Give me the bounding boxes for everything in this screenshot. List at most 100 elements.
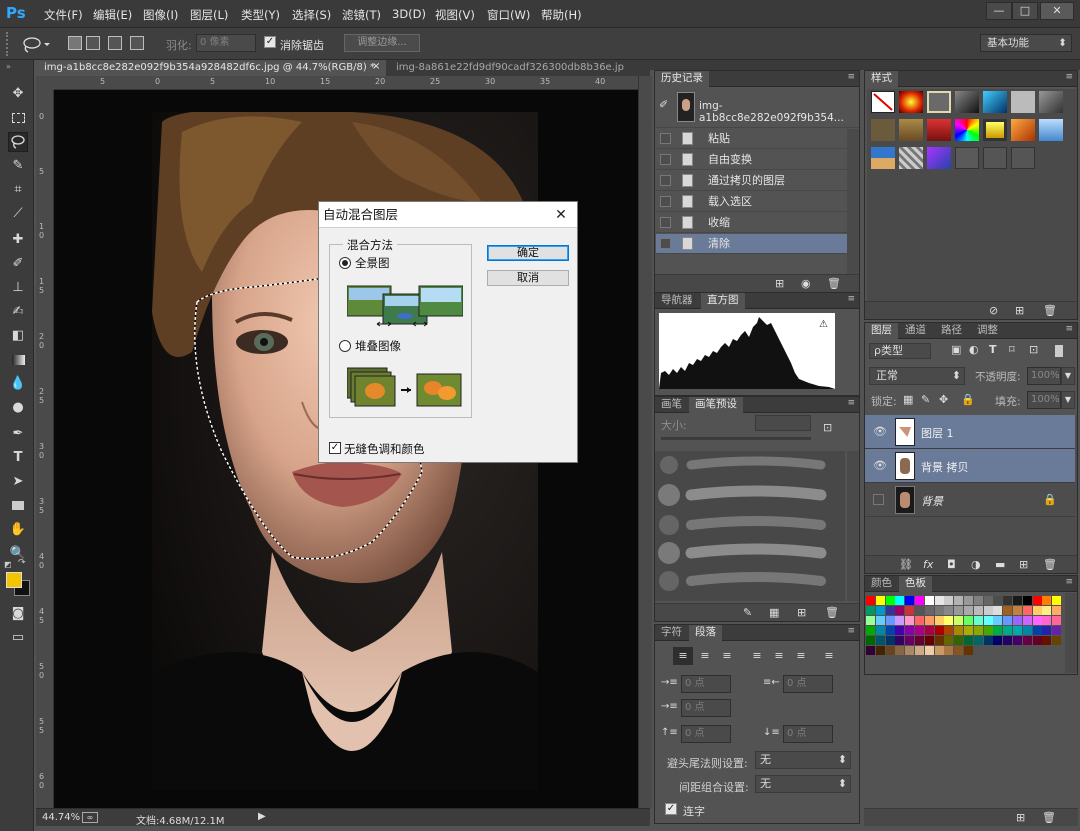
menu-layer[interactable]: 图层(L) (190, 7, 228, 23)
brush-list[interactable] (655, 451, 845, 601)
grid-icon[interactable]: ▦ (769, 606, 779, 619)
color-swatch[interactable] (875, 636, 885, 645)
justify-last-left-icon[interactable]: ≡ (747, 647, 767, 665)
new-document-from-state-icon[interactable]: ⊞ (775, 277, 784, 290)
style-swatch[interactable] (955, 147, 979, 169)
color-swatch[interactable] (875, 606, 885, 615)
opacity-dropdown-icon[interactable]: ▼ (1061, 367, 1075, 385)
space-after-input[interactable]: 0 点 (783, 725, 833, 743)
color-swatch[interactable] (973, 626, 983, 635)
color-swatch[interactable] (934, 596, 944, 605)
menu-help[interactable]: 帮助(H) (541, 7, 582, 23)
color-swatch[interactable] (915, 626, 924, 635)
color-swatch[interactable] (895, 616, 905, 625)
align-right-icon[interactable]: ≡ (717, 647, 737, 665)
close-window-button[interactable]: ✕ (1040, 2, 1074, 20)
eyedropper-tool-icon[interactable]: ⟋ (8, 204, 28, 224)
color-swatch[interactable] (983, 616, 993, 625)
color-swatch[interactable] (1032, 636, 1042, 645)
lock-pixels-icon[interactable]: ✎ (921, 393, 930, 406)
color-swatch[interactable] (983, 626, 993, 635)
color-swatch[interactable] (1032, 616, 1042, 625)
fill-dropdown-icon[interactable]: ▼ (1061, 391, 1075, 409)
color-swatch[interactable] (875, 646, 885, 655)
color-swatch[interactable] (1032, 606, 1042, 615)
visibility-eye-icon[interactable]: 👁 (873, 459, 887, 472)
share-icon[interactable]: ∞ (82, 812, 98, 823)
color-swatch[interactable] (944, 596, 954, 605)
menu-filter[interactable]: 滤镜(T) (342, 7, 381, 23)
filter-type-icon[interactable]: T (989, 343, 997, 356)
history-checkbox[interactable] (660, 175, 671, 186)
quick-selection-tool-icon[interactable]: ✎ (8, 156, 28, 176)
style-swatch[interactable] (983, 119, 1007, 141)
color-swatch[interactable] (866, 606, 875, 615)
lock-position-icon[interactable]: ✥ (939, 393, 948, 406)
trash-icon[interactable]: 🗑 (1043, 558, 1057, 571)
tab-brush[interactable]: 画笔 (655, 397, 688, 413)
seamless-tones-checkbox[interactable]: ✓ (329, 442, 341, 454)
color-swatch[interactable] (983, 596, 993, 605)
color-swatch[interactable] (1003, 596, 1013, 605)
color-swatch[interactable] (1042, 636, 1052, 645)
color-swatch[interactable] (954, 596, 964, 605)
color-swatch[interactable] (934, 626, 944, 635)
color-swatch[interactable] (875, 626, 885, 635)
panorama-radio[interactable] (339, 257, 351, 269)
indent-first-line-input[interactable]: 0 点 (681, 699, 731, 717)
color-swatch[interactable] (895, 626, 905, 635)
color-swatch[interactable] (915, 616, 924, 625)
tab-color[interactable]: 颜色 (865, 576, 898, 592)
color-swatch[interactable] (924, 636, 934, 645)
menu-file[interactable]: 文件(F) (44, 7, 83, 23)
maximize-button[interactable]: □ (1012, 2, 1038, 20)
color-swatch[interactable] (964, 646, 973, 655)
color-swatch[interactable] (924, 606, 934, 615)
space-before-input[interactable]: 0 点 (681, 725, 731, 743)
layer-style-icon[interactable]: fx (923, 558, 933, 571)
ok-button[interactable]: 确定 (487, 245, 569, 261)
filter-smart-object-icon[interactable]: ⊡ (1029, 343, 1038, 356)
layer-name[interactable]: 图层 1 (921, 425, 954, 441)
add-selection-icon[interactable] (86, 36, 100, 50)
visibility-eye-icon[interactable]: 👁 (873, 425, 887, 438)
layer-row-selected[interactable]: 👁 图层 1 (865, 415, 1075, 449)
new-selection-icon[interactable] (68, 36, 82, 50)
color-swatch[interactable] (1052, 596, 1062, 605)
color-swatch[interactable] (1003, 616, 1013, 625)
menu-select[interactable]: 选择(S) (292, 7, 331, 23)
styles-scrollbar[interactable] (1065, 89, 1077, 301)
layer-row-selected[interactable]: 👁 背景 拷贝 (865, 449, 1075, 483)
quick-mask-icon[interactable]: ◙ (8, 604, 28, 624)
foreground-color-swatch[interactable] (6, 572, 22, 588)
minimize-button[interactable]: — (986, 2, 1012, 20)
color-swatch[interactable] (964, 596, 973, 605)
color-swatch[interactable] (954, 626, 964, 635)
color-swatch[interactable] (866, 616, 875, 625)
history-checkbox[interactable] (660, 238, 671, 249)
color-swatch[interactable] (973, 616, 983, 625)
history-item[interactable]: 自由变换 (656, 150, 848, 170)
status-menu-arrow-icon[interactable]: ▶ (258, 811, 266, 822)
history-snapshot[interactable]: ✐ img-a1b8cc8e282e092f9b354... (655, 88, 859, 128)
blur-tool-icon[interactable]: 💧 (8, 374, 28, 394)
new-layer-icon[interactable]: ⊞ (1019, 558, 1028, 571)
color-swatch[interactable] (1013, 596, 1022, 605)
panel-menu-icon[interactable]: ≡ (847, 294, 855, 304)
tab-styles[interactable]: 样式 (865, 71, 898, 87)
color-swatch[interactable] (944, 606, 954, 615)
toggle-brush-panel-icon[interactable]: ✎ (743, 606, 752, 619)
close-tab-icon[interactable]: × (372, 61, 380, 72)
color-swatch[interactable] (1013, 626, 1022, 635)
brush-list-scrollbar[interactable] (847, 451, 859, 601)
cancel-button[interactable]: 取消 (487, 270, 569, 286)
dodge-tool-icon[interactable]: ● (8, 398, 28, 418)
lock-transparent-icon[interactable]: ▦ (903, 393, 913, 406)
tab-paragraph[interactable]: 段落 (689, 625, 722, 641)
color-swatch[interactable] (1022, 616, 1032, 625)
tab-paths[interactable]: 路径 (935, 323, 968, 339)
filter-pixel-icon[interactable]: ▣ (951, 343, 961, 356)
color-swatch[interactable] (1032, 626, 1042, 635)
color-swatch[interactable] (1022, 606, 1032, 615)
color-swatch[interactable] (875, 596, 885, 605)
